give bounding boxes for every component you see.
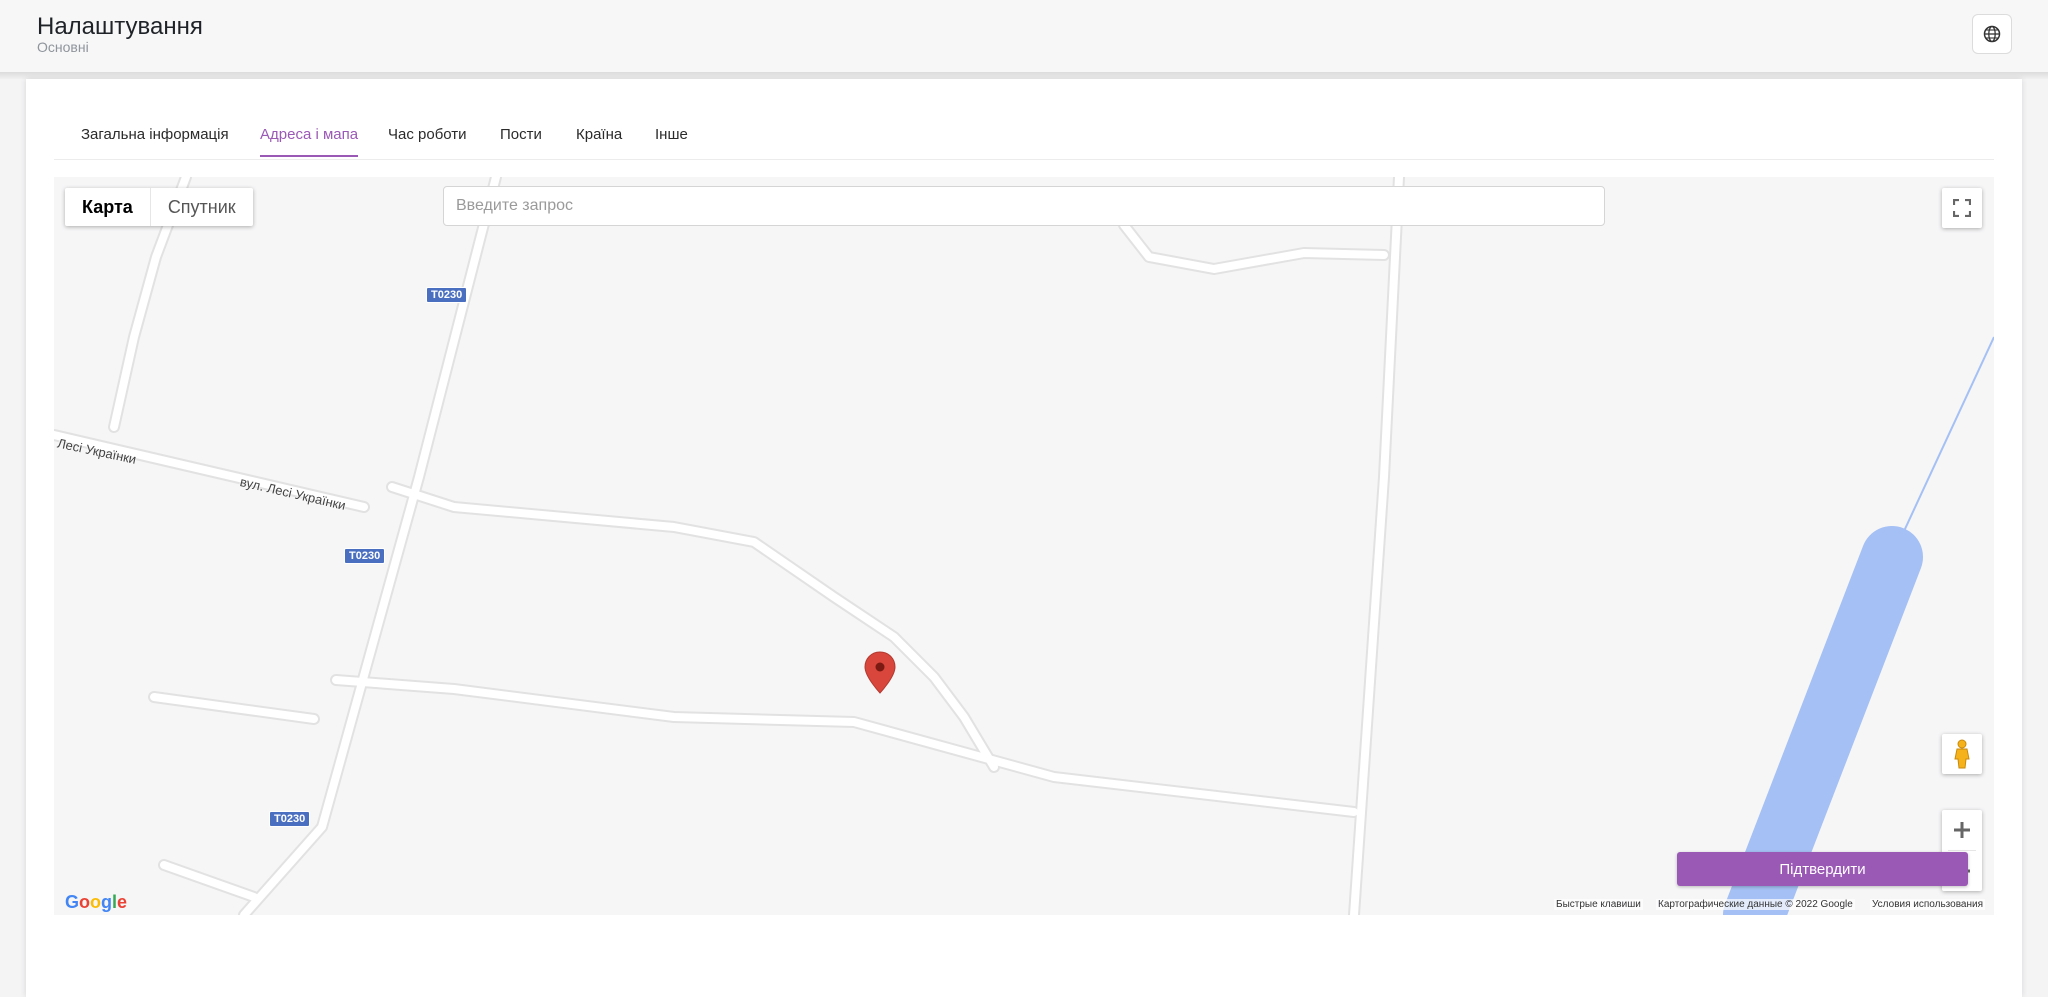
zoom-in-button[interactable] — [1942, 810, 1982, 850]
page-subtitle: Основні — [37, 39, 89, 55]
fullscreen-icon — [1953, 199, 1971, 217]
tab-bar: Загальна інформація Адреса і мапа Час ро… — [54, 79, 1994, 160]
roads — [54, 177, 1403, 915]
confirm-button[interactable]: Підтвердити — [1677, 852, 1968, 886]
map-type-control: Карта Спутник — [65, 188, 253, 226]
water-line — [1891, 336, 1994, 558]
route-label: T0230 — [426, 287, 468, 303]
map-canvas — [54, 177, 1994, 915]
map-area[interactable]: T0230 T0230 T0230 . Лесі Українки вул. Л… — [54, 177, 1994, 915]
language-button[interactable] — [1972, 14, 2012, 54]
map-search-input[interactable] — [443, 186, 1605, 226]
google-logo: Google — [65, 892, 128, 912]
route-label: T0230 — [269, 811, 311, 827]
street-view-button[interactable] — [1942, 734, 1982, 774]
tab-posts[interactable]: Пости — [500, 126, 542, 155]
map-marker-icon — [864, 651, 896, 694]
route-label: T0230 — [344, 548, 386, 564]
tab-address-map[interactable]: Адреса і мапа — [260, 126, 359, 157]
tab-working-hours[interactable]: Час роботи — [388, 126, 467, 155]
tab-country[interactable]: Країна — [576, 126, 622, 155]
terms-link[interactable]: Условия использования — [1870, 899, 1985, 910]
fullscreen-button[interactable] — [1942, 188, 1982, 228]
page-title: Налаштування — [37, 13, 203, 40]
page-header: Налаштування Основні — [0, 0, 2048, 73]
globe-icon — [1983, 25, 2001, 43]
pegman-icon — [1954, 739, 1970, 769]
keyboard-shortcuts-link[interactable]: Быстрые клавиши — [1554, 899, 1643, 910]
tab-general-info[interactable]: Загальна інформація — [81, 126, 229, 155]
header-shadow — [0, 72, 2048, 79]
zoom-in-icon — [1954, 822, 1970, 838]
map-data-attribution: Картографические данные © 2022 Google — [1656, 899, 1855, 910]
road-casings — [54, 177, 1405, 915]
tab-other[interactable]: Інше — [655, 126, 688, 155]
map-type-map-button[interactable]: Карта — [65, 188, 151, 226]
map-type-satellite-button[interactable]: Спутник — [151, 188, 253, 226]
